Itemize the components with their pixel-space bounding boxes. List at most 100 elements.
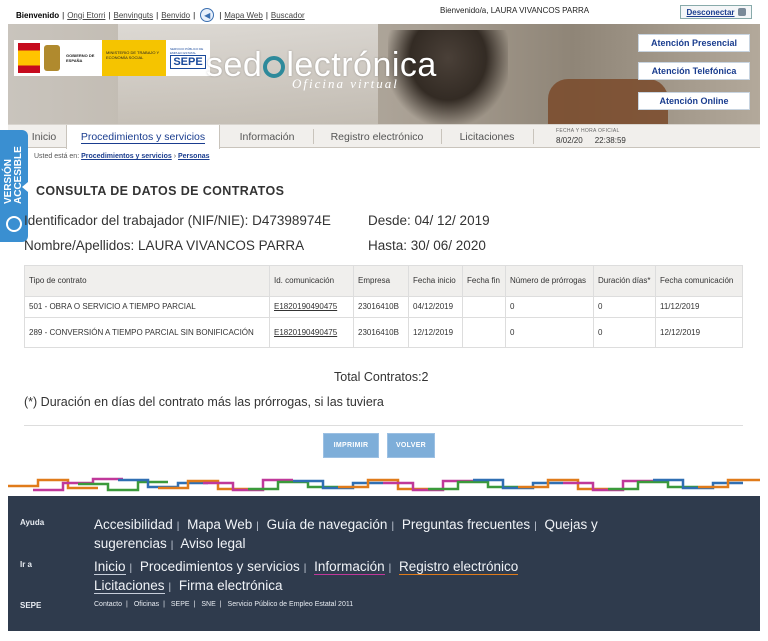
footer-ayuda-label: Ayuda	[20, 518, 45, 527]
date-to: Hasta: 30/ 06/ 2020	[368, 238, 486, 253]
sepe-logo-text: SEPE	[170, 55, 206, 69]
e-circle-icon	[263, 56, 286, 78]
footer-licitaciones[interactable]: Licitaciones	[94, 578, 165, 594]
cell-id[interactable]: E1820190490475	[269, 317, 354, 348]
col-fecha-fin: Fecha fin	[462, 265, 506, 297]
footer-guia-navegacion[interactable]: Guía de navegación	[267, 517, 388, 532]
cell-fecha-fin	[462, 317, 506, 348]
col-duracion: Duración días*	[593, 265, 656, 297]
cell-empresa: 23016410B	[353, 317, 409, 348]
datetime-date: 8/02/20	[556, 136, 583, 145]
gobierno-text: GOBIERNO DE ESPAÑA	[66, 53, 95, 63]
coat-of-arms-icon	[44, 45, 60, 71]
total-contracts: Total Contratos:2	[334, 370, 429, 384]
atencion-telefonica-button[interactable]: Atención Telefónica	[638, 62, 750, 80]
tab-separator	[533, 129, 534, 144]
id-comunicacion-link[interactable]: E1820190490475	[274, 328, 337, 337]
footer-aviso-legal[interactable]: Aviso legal	[180, 536, 245, 551]
footer-procedimientos[interactable]: Procedimientos y servicios	[140, 559, 300, 574]
table-header-row: Tipo de contrato Id. comunicación Empres…	[24, 265, 743, 297]
page-title: CONSULTA DE DATOS DE CONTRATOS	[36, 184, 285, 198]
search-link[interactable]: Buscador	[271, 11, 305, 20]
date-from: Desde: 04/ 12/ 2019	[368, 213, 490, 228]
footer-accesibilidad[interactable]: Accesibilidad	[94, 517, 173, 532]
footer-inicio[interactable]: Inicio	[94, 559, 126, 575]
id-comunicacion-link[interactable]: E1820190490475	[274, 302, 337, 311]
language-links: Bienvenido | Ongi Etorri | Benvinguts | Ben…	[16, 8, 305, 22]
lang-gl[interactable]: Benvido	[161, 11, 190, 20]
breadcrumb-personas[interactable]: Personas	[178, 153, 210, 160]
cell-tipo: 289 - CONVERSIÓN A TIEMPO PARCIAL SIN BO…	[24, 317, 270, 348]
back-button[interactable]: VOLVER	[387, 433, 435, 458]
lang-es[interactable]: Bienvenido	[16, 11, 59, 20]
col-fecha-comunicacion: Fecha comunicación	[655, 265, 743, 297]
breadcrumb-procedimientos[interactable]: Procedimientos y servicios	[81, 153, 172, 160]
footer-mapa-web[interactable]: Mapa Web	[187, 517, 252, 532]
cell-fecha-fin	[462, 296, 506, 318]
footer-contacto[interactable]: Contacto	[94, 601, 122, 608]
divider	[24, 425, 743, 426]
footer-ayuda-links: Accesibilidad | Mapa Web | Guía de navegac…	[94, 517, 598, 551]
duration-note: (*) Duración en días del contrato más la…	[24, 395, 384, 409]
official-datetime: FECHA Y HORA OFICIAL 8/02/20 22:38:59	[556, 127, 638, 145]
collapse-arrow-icon	[22, 182, 28, 192]
table-row: 501 - OBRA O SERVICIO A TIEMPO PARCIAL E…	[24, 296, 743, 318]
footer-preguntas[interactable]: Preguntas frecuentes	[402, 517, 530, 532]
footer-copyright: Servicio Público de Empleo Estatal 2011	[227, 601, 354, 608]
lang-eu[interactable]: Ongi Etorri	[67, 11, 105, 20]
datetime-label: FECHA Y HORA OFICIAL	[556, 128, 620, 134]
tab-informacion[interactable]: Información	[222, 125, 312, 148]
government-logos[interactable]: GOBIERNO DE ESPAÑA MINISTERIO DE TRABAJO…	[14, 40, 210, 76]
logout-icon	[737, 8, 746, 16]
audio-speaker-icon[interactable]: ◀	[200, 8, 215, 22]
tab-procedimientos-label: Procedimientos y servicios	[80, 130, 206, 144]
print-button[interactable]: IMPRIMIR	[323, 433, 379, 458]
cell-duracion: 0	[593, 317, 656, 348]
cell-prorrogas: 0	[505, 317, 594, 348]
footer-sepe-label: SEPE	[20, 601, 42, 610]
table-row: 289 - CONVERSIÓN A TIEMPO PARCIAL SIN BO…	[24, 317, 743, 348]
footer-informacion[interactable]: Información	[314, 559, 385, 575]
breadcrumb: Usted está en: Procedimientos y servicio…	[34, 153, 210, 160]
atencion-online-button[interactable]: Atención Online	[638, 92, 750, 110]
footer-sepe-links: Contacto | Oficinas | SEPE | SNE | Servicio …	[94, 601, 354, 608]
footer-sne[interactable]: SNE	[201, 601, 215, 608]
cell-id[interactable]: E1820190490475	[269, 296, 354, 318]
main-nav-tabs: Inicio Procedimientos y servicios Inform…	[8, 124, 760, 149]
logout-label: Desconectar	[686, 7, 735, 17]
breadcrumb-prefix: Usted está en:	[34, 153, 80, 160]
atencion-presencial-button[interactable]: Atención Presencial	[638, 34, 750, 52]
col-prorrogas: Número de prórrogas	[505, 265, 594, 297]
cell-empresa: 23016410B	[353, 296, 409, 318]
tab-inicio[interactable]: Inicio	[22, 125, 66, 148]
col-id: Id. comunicación	[269, 265, 354, 297]
ministerio-text: MINISTERIO DE TRABAJO Y ECONOMÍA SOCIAL	[102, 40, 166, 76]
accessibility-person-icon	[6, 216, 22, 232]
tab-registro[interactable]: Registro electrónico	[314, 125, 440, 148]
worker-id: Identificador del trabajador (NIF/NIE): …	[24, 213, 331, 228]
header-banner: GOBIERNO DE ESPAÑA MINISTERIO DE TRABAJO…	[8, 24, 760, 124]
contracts-table: Tipo de contrato Id. comunicación Empres…	[24, 265, 743, 348]
tab-procedimientos[interactable]: Procedimientos y servicios	[66, 125, 220, 149]
top-bar: Bienvenido | Ongi Etorri | Benvinguts | Ben…	[0, 0, 768, 24]
sitemap-link[interactable]: Mapa Web	[224, 11, 263, 20]
lang-ca[interactable]: Benvinguts	[114, 11, 154, 20]
footer-oficinas[interactable]: Oficinas	[134, 601, 159, 608]
cell-fecha-comunicacion: 11/12/2019	[655, 296, 743, 318]
col-empresa: Empresa	[353, 265, 409, 297]
datetime-time: 22:38:59	[594, 136, 626, 145]
cell-fecha-inicio: 12/12/2019	[408, 317, 463, 348]
accessible-version-label: VERSIÓN ACCESIBLE	[3, 146, 24, 204]
footer-firma[interactable]: Firma electrónica	[179, 578, 283, 593]
site-title-part-a: sed	[206, 46, 263, 84]
cell-fecha-comunicacion: 12/12/2019	[655, 317, 743, 348]
spain-flag-icon	[18, 43, 40, 73]
logout-button[interactable]: Desconectar	[680, 5, 752, 19]
footer-sepe[interactable]: SEPE	[171, 601, 190, 608]
site-subtitle: Oficina virtual	[292, 76, 399, 91]
footer-registro[interactable]: Registro electrónico	[399, 559, 519, 575]
sepe-logo: SERVICIO PÚBLICO DE EMPLEO ESTATAL SEPE	[170, 42, 206, 74]
worker-name: Nombre/Apellidos: LAURA VIVANCOS PARRA	[24, 238, 305, 253]
cell-prorrogas: 0	[505, 296, 594, 318]
tab-licitaciones[interactable]: Licitaciones	[442, 125, 532, 148]
